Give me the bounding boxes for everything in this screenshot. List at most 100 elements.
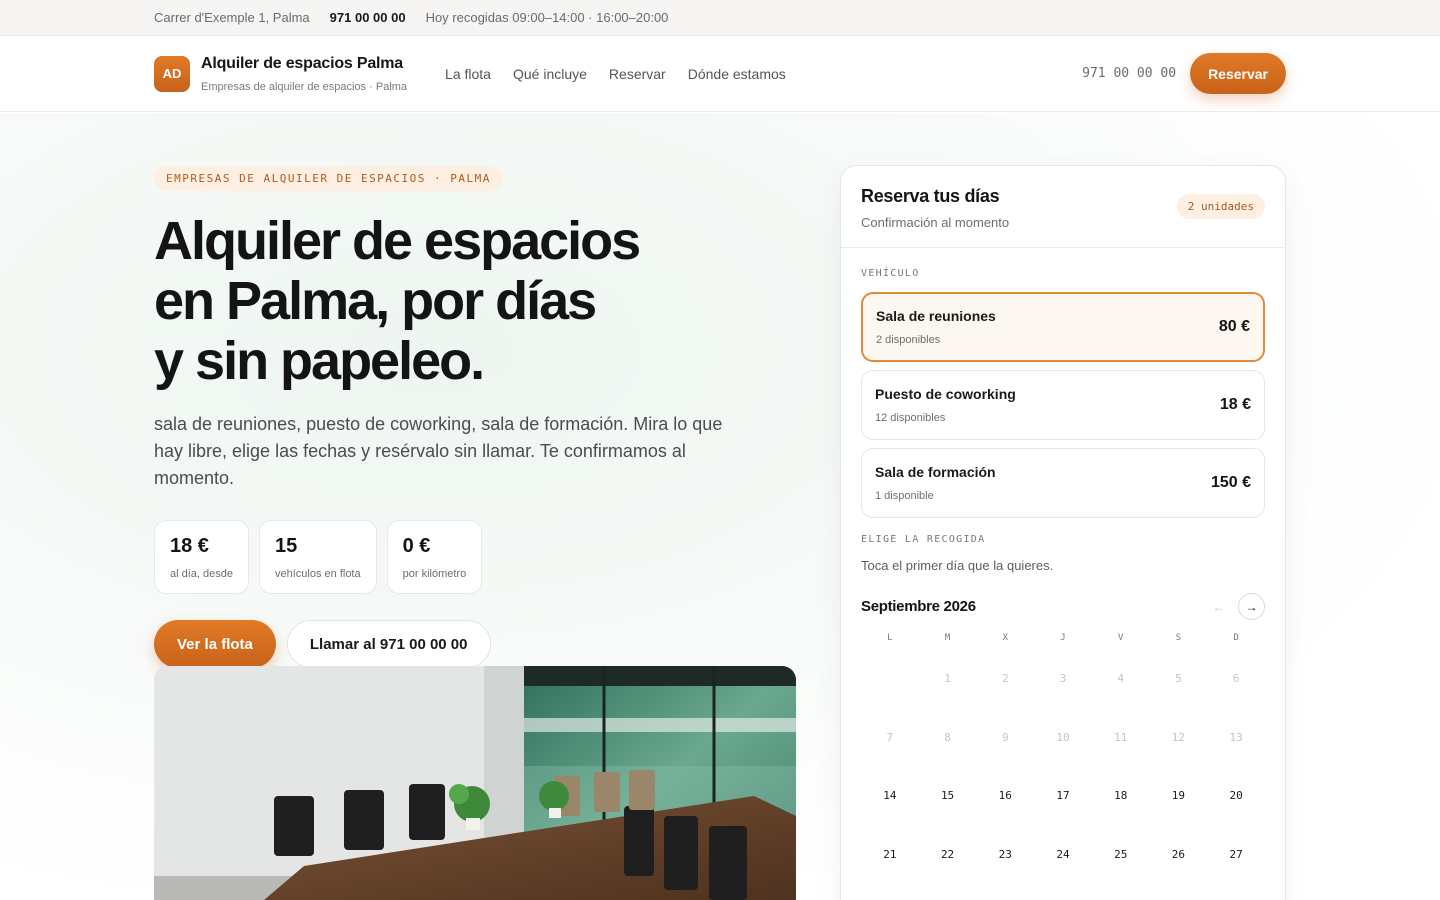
calendar-day-disabled: 8 — [944, 730, 951, 744]
calendar-day-disabled: 1 — [944, 672, 951, 685]
calendar-day[interactable]: 15 — [919, 765, 977, 824]
weekday-label: M — [944, 633, 951, 643]
calendar-day-disabled: 13 — [1229, 730, 1243, 744]
stat-value: 18 € — [170, 535, 209, 557]
stat-card-fleet: 15 vehículos en flota — [259, 520, 377, 594]
calendar-day[interactable]: 16 — [976, 765, 1034, 824]
calendar-day-disabled: 9 — [1001, 730, 1009, 744]
vehicle-price: 80 € — [1218, 318, 1250, 335]
vehicle-availability: 2 disponibles — [876, 334, 941, 346]
nav-la-flota[interactable]: La flota — [445, 66, 491, 82]
calendar-day[interactable]: 21 — [861, 824, 919, 883]
main-nav: La flota Qué incluye Reservar Dónde esta… — [445, 66, 786, 82]
calendar-day-disabled: 3 — [1059, 672, 1067, 685]
brand-name: Alquiler de espacios Palma — [201, 54, 403, 72]
meeting-room-image — [154, 666, 796, 900]
cta-row: Ver la flota Llamar al 971 00 00 00 — [154, 620, 814, 668]
see-fleet-button[interactable]: Ver la flota — [154, 620, 276, 668]
call-button[interactable]: Llamar al 971 00 00 00 — [286, 620, 491, 668]
booking-card-header: Reserva tus días Confirmación al momento… — [841, 166, 1285, 248]
nav-reservar[interactable]: Reservar — [609, 66, 666, 82]
calendar-day[interactable]: 29 — [919, 882, 977, 900]
calendar-day[interactable]: 14 — [861, 765, 919, 824]
vehicle-availability: 12 disponibles — [875, 412, 946, 424]
units-badge: 2 unidades — [1176, 194, 1265, 219]
vehicle-info: Sala de formación 1 disponible — [875, 464, 996, 502]
vehicle-option-sala-formacion[interactable]: Sala de formación 1 disponible 150 € — [861, 448, 1265, 518]
site-header: AD Alquiler de espacios Palma Empresas d… — [0, 36, 1440, 112]
calendar-day[interactable]: 20 — [1207, 765, 1265, 824]
calendar-blank — [861, 648, 919, 707]
top-info-bar: Carrer d'Exemple 1, Palma 971 00 00 00 H… — [0, 0, 1440, 36]
address-text: Carrer d'Exemple 1, Palma — [154, 10, 310, 25]
calendar-day[interactable]: 18 — [1092, 765, 1150, 824]
weekday-label: D — [1233, 633, 1239, 643]
vehicle-name: Puesto de coworking — [875, 386, 1016, 402]
weekday-label: X — [1002, 633, 1008, 643]
logo-badge[interactable]: AD — [154, 55, 190, 92]
nav-que-incluye[interactable]: Qué incluye — [513, 66, 587, 82]
calendar-day[interactable]: 23 — [976, 824, 1034, 883]
stat-value: 15 — [275, 535, 298, 557]
vehicle-info: Puesto de coworking 12 disponibles — [875, 386, 1016, 424]
arrow-right-icon[interactable]: → — [1238, 593, 1265, 620]
calendar-day[interactable]: 24 — [1034, 824, 1092, 883]
topbar-phone[interactable]: 971 00 00 00 — [330, 10, 406, 25]
hero-description: sala de reuniones, puesto de coworking, … — [154, 414, 723, 488]
vehicle-name: Sala de reuniones — [876, 308, 996, 324]
vehicle-option-sala-reuniones[interactable]: Sala de reuniones 2 disponibles 80 € — [861, 292, 1265, 362]
calendar-day[interactable]: 22 — [919, 824, 977, 883]
calendar-day-disabled: 2 — [1001, 672, 1009, 685]
vehicle-info: Sala de reuniones 2 disponibles — [876, 308, 996, 346]
header-actions: 971 00 00 00 Reservar — [1082, 53, 1286, 94]
weekday-label: J — [1060, 633, 1066, 643]
vehicle-availability: 1 disponible — [875, 490, 934, 502]
stat-card-km: 0 € por kilómetro — [386, 520, 483, 594]
calendar-day-disabled: 5 — [1175, 672, 1182, 685]
vehicle-option-coworking[interactable]: Puesto de coworking 12 disponibles 18 € — [861, 370, 1265, 440]
calendar-nav: ← → — [1205, 593, 1265, 620]
vehicle-list: Sala de reuniones 2 disponibles 80 € Pue… — [861, 292, 1265, 518]
hero-section: EMPRESAS DE ALQUILER DE ESPACIOS · PALMA… — [154, 166, 814, 668]
reserve-button[interactable]: Reservar — [1190, 53, 1286, 94]
stat-card-price: 18 € al día, desde — [154, 520, 249, 594]
stat-label: al día, desde — [170, 568, 233, 580]
hero-title-line-3: y sin papeleo. — [154, 331, 485, 391]
vehicle-section-label: VEHÍCULO — [861, 268, 920, 279]
vehicle-price: 150 € — [1210, 474, 1251, 491]
brand-block[interactable]: Alquiler de espacios Palma Empresas de a… — [201, 55, 407, 93]
calendar-day-disabled: 12 — [1171, 730, 1186, 744]
brand-subtitle: Empresas de alquiler de espacios · Palma — [201, 80, 408, 93]
calendar-day-disabled: 4 — [1117, 672, 1125, 685]
hero-title-line-1: Alquiler de espacios — [154, 211, 641, 271]
hero-eyebrow: EMPRESAS DE ALQUILER DE ESPACIOS · PALMA — [154, 166, 503, 191]
nav-donde-estamos[interactable]: Dónde estamos — [688, 66, 786, 82]
arrow-left-icon[interactable]: ← — [1205, 593, 1232, 620]
pickup-hint: Toca el primer día que la quieres. — [861, 558, 1054, 573]
calendar-day[interactable]: 25 — [1092, 824, 1150, 883]
stat-value: 0 € — [402, 535, 431, 557]
stat-label: vehículos en flota — [275, 568, 361, 580]
calendar-day[interactable]: 27 — [1207, 824, 1265, 883]
pickup-section-label: ELIGE LA RECOGIDA — [861, 534, 986, 545]
weekday-label: S — [1175, 633, 1182, 643]
calendar-day[interactable]: 30 — [976, 882, 1034, 900]
calendar-day[interactable]: 19 — [1150, 765, 1208, 824]
weekday-label: L — [887, 633, 893, 643]
weekday-label: V — [1117, 633, 1124, 643]
calendar-day[interactable]: 26 — [1150, 824, 1208, 883]
calendar-day-disabled: 6 — [1232, 672, 1240, 685]
calendar-header: Septiembre 2026 ← → — [861, 593, 1265, 620]
calendar-month: Septiembre 2026 — [861, 598, 976, 615]
calendar-day[interactable]: 17 — [1034, 765, 1092, 824]
calendar-day[interactable]: 28 — [861, 882, 919, 900]
hero-title-line-2: en Palma, por días — [154, 271, 597, 331]
meeting-room-photo — [154, 666, 796, 900]
calendar-day-disabled: 7 — [886, 730, 894, 744]
calendar-grid: L M X J V S D 1 2 3 4 5 6 7 8 9 10 11 12 13 14 15 16 17 18 19 20 21… — [861, 633, 1265, 900]
hero-title: Alquiler de espacios en Palma, por días … — [154, 211, 814, 391]
header-phone[interactable]: 971 00 00 00 — [1082, 66, 1176, 81]
booking-card: Reserva tus días Confirmación al momento… — [840, 165, 1286, 900]
vehicle-price: 18 € — [1219, 396, 1251, 413]
booking-card-body: VEHÍCULO Sala de reuniones 2 disponibles… — [841, 268, 1285, 900]
